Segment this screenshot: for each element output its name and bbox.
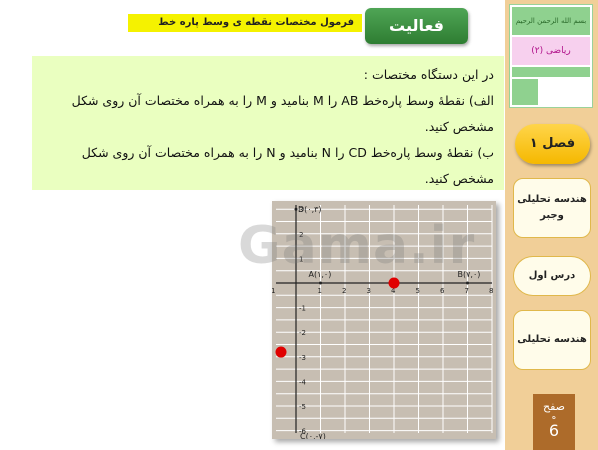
y-tick-label: -2 <box>299 329 306 337</box>
x-tick-label: 6 <box>440 287 445 295</box>
point-label: C(۰,-۷) <box>300 432 326 439</box>
problem-part-b: ب) نقطهٔ وسط پاره‌خط CD را N بنامید و N … <box>81 145 494 186</box>
thumbnail-header: بسم الله الرحمن الرحیم <box>512 7 590 35</box>
midpoint-marker <box>275 346 287 358</box>
y-tick-label: -1 <box>299 305 306 313</box>
y-tick-label: -5 <box>299 403 306 411</box>
point-dot <box>294 207 298 211</box>
page-number: 6 <box>548 421 560 440</box>
activity-button[interactable]: فعالیت <box>365 8 468 44</box>
problem-text: در این دستگاه مختصات : الف) نقطهٔ وسط پا… <box>32 56 504 190</box>
x-tick-label: 5 <box>416 287 420 295</box>
topic-card[interactable]: هندسه تحلیلی وجبر <box>513 178 591 238</box>
thumbnail-subject: ریاضی (۲) <box>512 37 590 65</box>
x-tick-label: 8 <box>489 287 493 295</box>
midpoint-marker <box>388 277 400 289</box>
problem-intro: در این دستگاه مختصات : <box>363 67 494 82</box>
lesson-title: فرمول مختصات نقطه ی وسط پاره خط <box>128 14 362 32</box>
watermark-text: Gama.ir <box>238 216 476 276</box>
x-tick-label: 3 <box>367 287 371 295</box>
slide-thumbnail[interactable]: بسم الله الرحمن الرحیم ریاضی (۲) <box>509 4 593 108</box>
y-tick-label: -3 <box>299 354 306 362</box>
chapter-button[interactable]: فصل ۱ <box>515 124 590 164</box>
point-dot <box>466 281 469 285</box>
x-tick-label: 7 <box>465 287 469 295</box>
lesson-topic-card[interactable]: هندسه تحلیلی <box>513 310 591 370</box>
point-dot <box>319 281 322 285</box>
thumbnail-strip <box>512 67 590 77</box>
lesson-button[interactable]: درس اول <box>513 256 591 296</box>
problem-part-a: الف) نقطهٔ وسط پاره‌خط AB را M بنامید و … <box>71 93 494 134</box>
point-label: D(۰,۳) <box>298 205 322 214</box>
x-tick-label: -1 <box>272 287 275 295</box>
thumbnail-blank <box>540 79 590 105</box>
x-tick-label: 1 <box>318 287 322 295</box>
page-label-suffix: ه <box>551 412 557 421</box>
thumbnail-block <box>512 79 538 105</box>
x-tick-label: 2 <box>342 287 346 295</box>
page-indicator: صفح ه 6 <box>533 394 575 450</box>
y-tick-label: -4 <box>299 378 307 386</box>
